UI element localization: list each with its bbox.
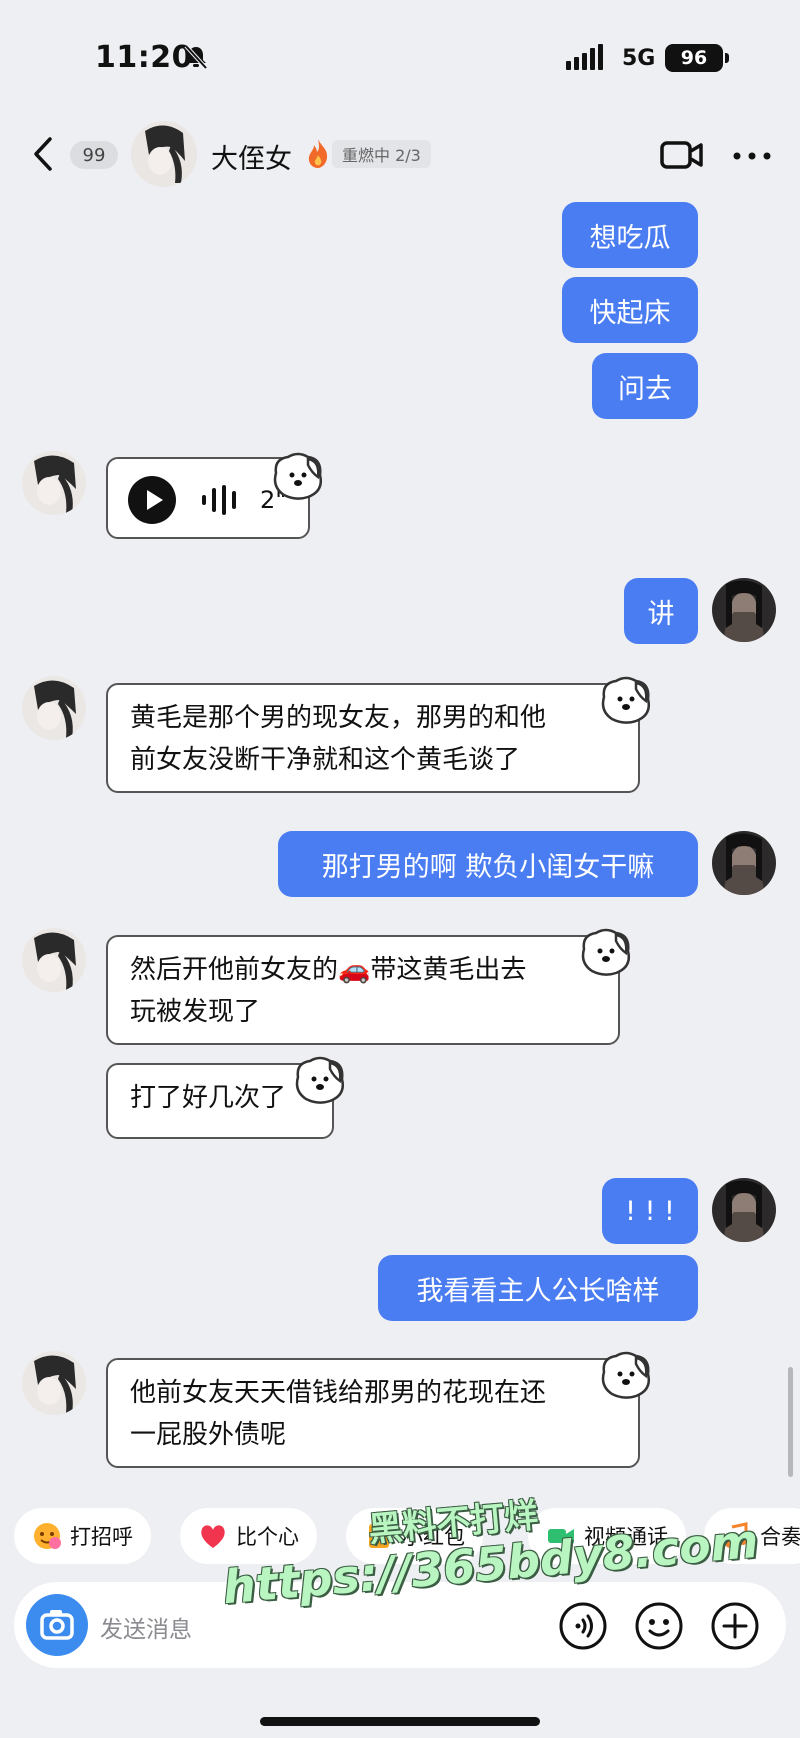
message-list[interactable]: 想吃瓜 快起床 问去 2" 讲 黄毛是那个男的现女友，那男的和他 前女友没断干净… xyxy=(0,193,800,1503)
chip-label: 比个心 xyxy=(236,1525,299,1549)
sender-avatar[interactable] xyxy=(22,451,86,515)
video-call-icon[interactable] xyxy=(660,139,704,171)
heart-icon xyxy=(201,1525,225,1548)
sender-avatar[interactable] xyxy=(22,676,86,740)
emoji-icon[interactable] xyxy=(634,1601,684,1651)
sender-avatar[interactable] xyxy=(22,928,86,992)
wave-emoji-icon xyxy=(34,1523,61,1549)
message-bubble-outgoing[interactable]: ! ! ! xyxy=(602,1178,698,1244)
dog-sticker-icon xyxy=(601,1351,650,1399)
message-bubble-outgoing[interactable]: 问去 xyxy=(592,353,698,419)
chip-label: 合奏 xyxy=(760,1525,800,1549)
message-bubble-incoming[interactable]: 他前女友天天借钱给那男的花现在还 一屁股外债呢 xyxy=(106,1358,640,1468)
dog-sticker-icon xyxy=(273,452,322,500)
scrollbar[interactable] xyxy=(788,1367,793,1477)
status-bar: 11:20 5G 96 xyxy=(0,0,800,115)
message-bubble-outgoing[interactable]: 讲 xyxy=(624,578,698,644)
message-bubble-outgoing[interactable]: 快起床 xyxy=(562,277,698,343)
message-line: 玩被发现了 xyxy=(130,997,261,1027)
message-line: 前女友没断干净就和这个黄毛谈了 xyxy=(130,745,521,775)
message-bubble-outgoing[interactable]: 我看看主人公长啥样 xyxy=(378,1255,698,1321)
message-line: 然后开他前女友的🚗带这黄毛出去 xyxy=(130,955,527,985)
message-line: 他前女友天天借钱给那男的花现在还 xyxy=(130,1378,547,1408)
my-avatar[interactable] xyxy=(712,1178,776,1242)
message-line: 黄毛是那个男的现女友，那男的和他 xyxy=(130,703,547,733)
battery-icon: 96 xyxy=(665,44,729,72)
voice-input-icon[interactable] xyxy=(558,1601,608,1651)
message-text: 快起床 xyxy=(589,297,671,329)
add-icon[interactable] xyxy=(710,1601,760,1651)
waveform-icon xyxy=(202,485,236,515)
dog-sticker-icon xyxy=(295,1056,344,1104)
flame-icon xyxy=(308,139,328,168)
home-indicator[interactable] xyxy=(260,1717,540,1726)
message-text: 想吃瓜 xyxy=(589,222,671,254)
message-bubble-outgoing[interactable]: 那打男的啊 欺负小闺女干嘛 xyxy=(278,831,698,897)
message-input[interactable]: 发送消息 xyxy=(100,1610,192,1644)
my-avatar[interactable] xyxy=(712,831,776,895)
play-icon[interactable] xyxy=(128,476,176,524)
message-text: 我看看主人公长啥样 xyxy=(416,1275,660,1307)
message-text: 问去 xyxy=(618,373,672,405)
contact-avatar[interactable] xyxy=(131,121,197,187)
status-time: 11:20 xyxy=(95,40,193,75)
message-bubble-incoming[interactable]: 黄毛是那个男的现女友，那男的和他 前女友没断干净就和这个黄毛谈了 xyxy=(106,683,640,793)
network-type: 5G xyxy=(622,46,656,71)
message-line: 一屁股外债呢 xyxy=(130,1420,287,1450)
streak-badge[interactable]: 重燃中 2/3 xyxy=(332,140,431,168)
chip-label: 打招呼 xyxy=(70,1525,133,1549)
my-avatar[interactable] xyxy=(712,578,776,642)
message-text: ! ! ! xyxy=(625,1195,675,1227)
quick-action-greet[interactable]: 打招呼 xyxy=(14,1508,151,1564)
bell-muted-icon xyxy=(184,44,208,70)
message-line: 打了好几次了 xyxy=(130,1083,287,1113)
battery-level: 96 xyxy=(680,47,708,69)
unread-count-badge[interactable]: 99 xyxy=(70,141,118,169)
message-text: 那打男的啊 欺负小闺女干嘛 xyxy=(321,851,655,883)
contact-name[interactable]: 大侄女 xyxy=(211,137,292,176)
message-bubble-incoming[interactable]: 然后开他前女友的🚗带这黄毛出去 玩被发现了 xyxy=(106,935,620,1045)
sender-avatar[interactable] xyxy=(22,1351,86,1415)
back-arrow-icon[interactable] xyxy=(28,135,60,173)
camera-icon xyxy=(40,1610,74,1640)
more-options-icon[interactable] xyxy=(732,151,772,161)
dog-sticker-icon xyxy=(601,676,650,724)
chat-header: 99 大侄女 重燃中 2/3 xyxy=(0,115,800,193)
signal-icon xyxy=(566,44,603,70)
message-bubble-outgoing[interactable]: 想吃瓜 xyxy=(562,202,698,268)
camera-button[interactable] xyxy=(26,1594,88,1656)
message-text: 讲 xyxy=(647,598,675,630)
dog-sticker-icon xyxy=(581,928,630,976)
